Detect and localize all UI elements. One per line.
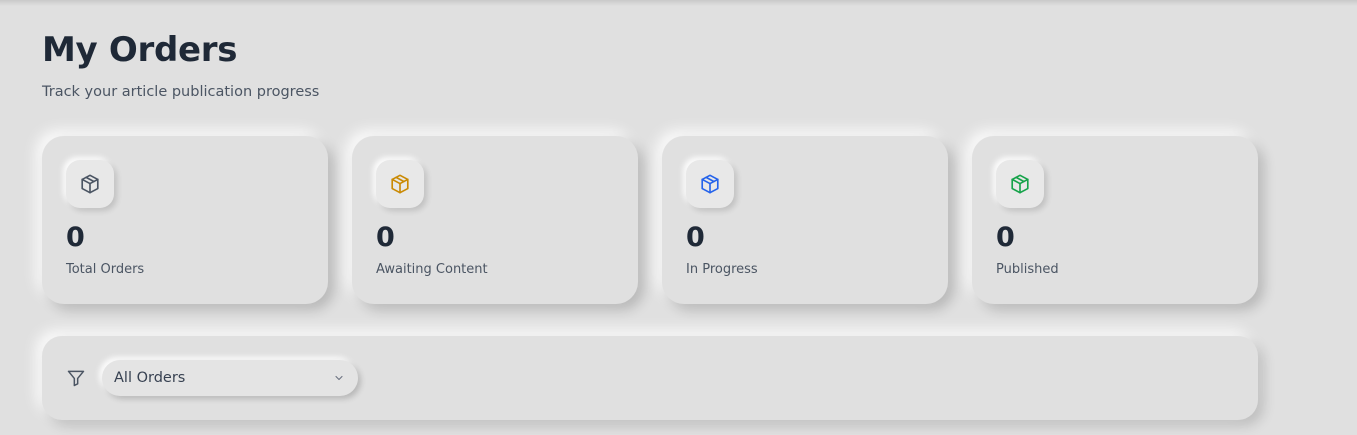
stat-value: 0 <box>686 222 705 253</box>
filter-icon <box>66 368 86 388</box>
filter-bar: All Orders <box>42 336 1258 420</box>
stat-card-awaiting-content: 0 Awaiting Content <box>352 136 638 304</box>
package-icon <box>391 174 409 194</box>
stat-label: Total Orders <box>66 262 145 277</box>
stat-label: In Progress <box>686 262 758 277</box>
page-title: My Orders <box>42 30 238 70</box>
stat-label: Awaiting Content <box>376 262 488 277</box>
stat-icon-box <box>686 160 734 208</box>
stat-card-in-progress: 0 In Progress <box>662 136 948 304</box>
select-value: All Orders <box>114 370 186 386</box>
stat-value: 0 <box>996 222 1015 253</box>
stat-icon-box <box>376 160 424 208</box>
stat-card-published: 0 Published <box>972 136 1258 304</box>
order-status-select[interactable]: All Orders <box>102 360 358 396</box>
stat-label: Published <box>996 262 1059 277</box>
stat-value: 0 <box>66 222 85 253</box>
package-icon <box>1011 174 1029 194</box>
package-icon <box>701 174 719 194</box>
stat-icon-box <box>996 160 1044 208</box>
orders-page: My Orders Track your article publication… <box>0 0 1357 435</box>
chevron-down-icon <box>332 371 346 385</box>
page-subtitle: Track your article publication progress <box>42 84 320 100</box>
package-icon <box>81 174 99 194</box>
stat-card-total-orders: 0 Total Orders <box>42 136 328 304</box>
stat-icon-box <box>66 160 114 208</box>
stat-value: 0 <box>376 222 395 253</box>
